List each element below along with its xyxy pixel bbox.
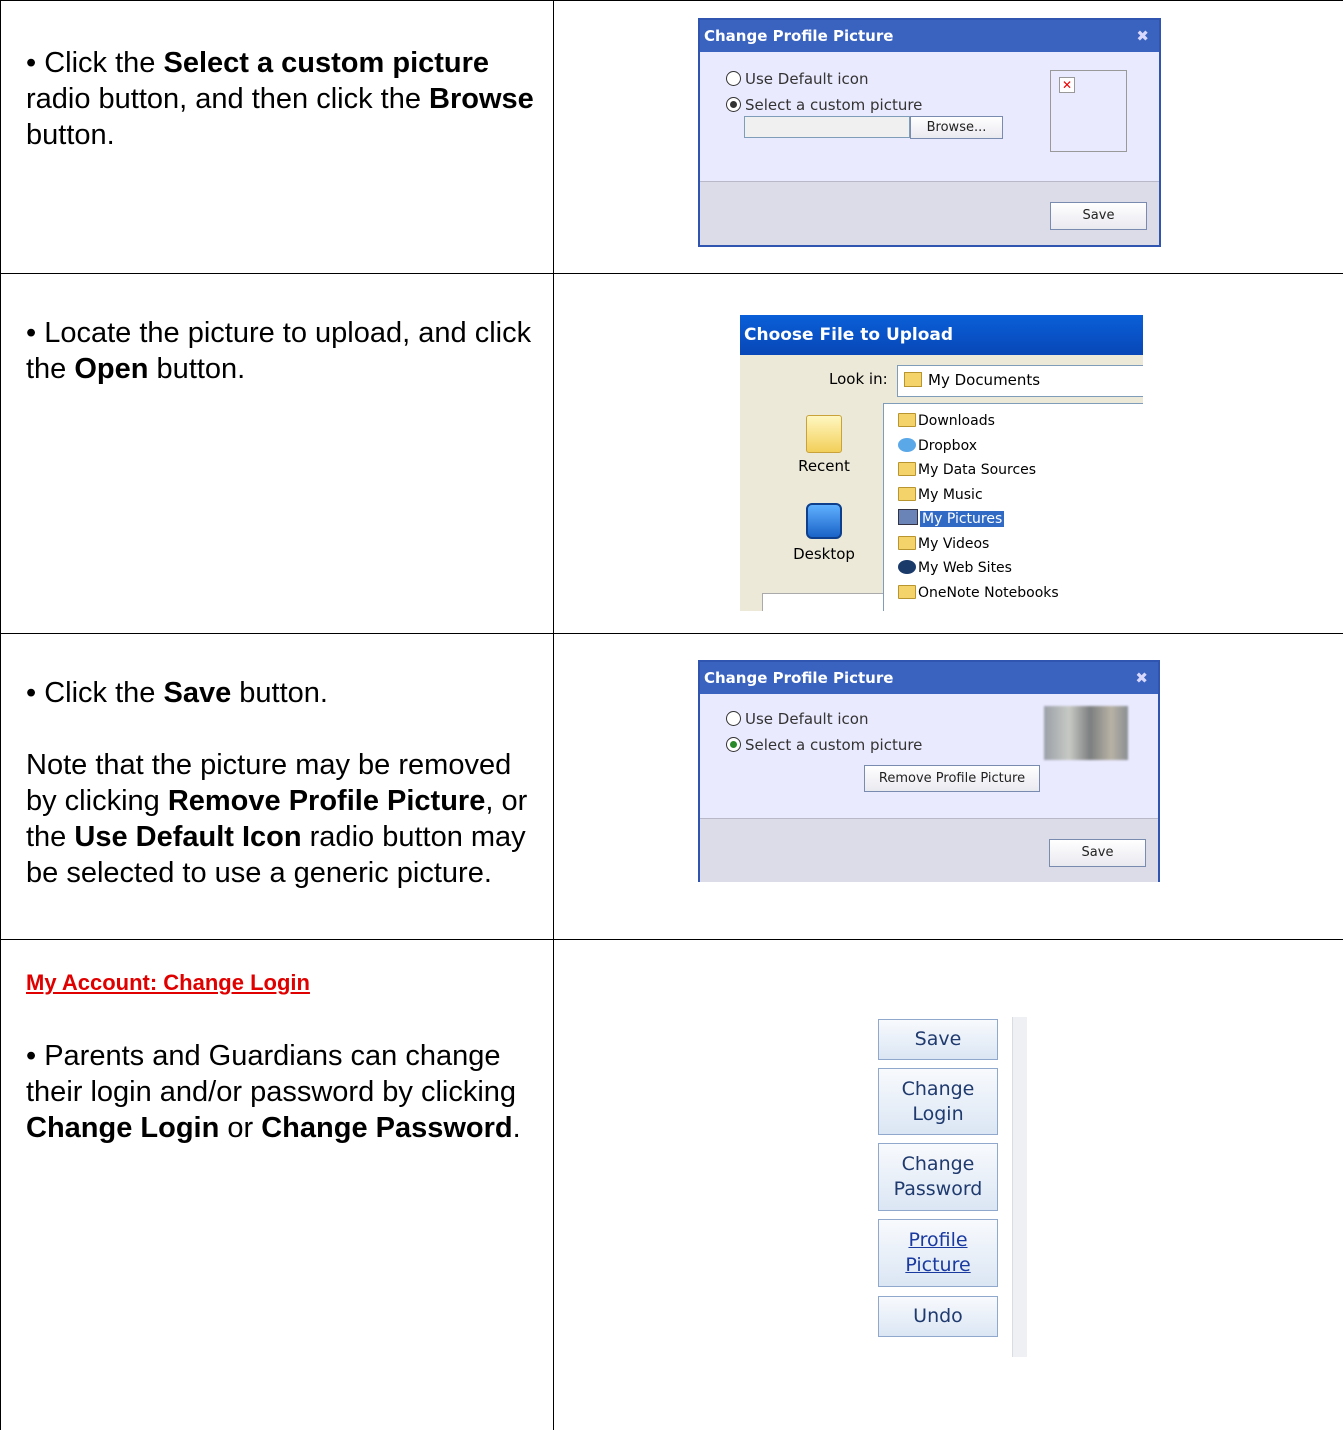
change-password-button[interactable]: Change Password [878, 1143, 998, 1211]
undo-button[interactable]: Undo [878, 1296, 998, 1337]
close-icon[interactable]: ✖ [1136, 20, 1149, 52]
place-recent[interactable]: Recent [772, 415, 876, 475]
table-row-divider [0, 0, 1343, 1]
look-in-dropdown[interactable]: My Documents [897, 365, 1143, 397]
chooser-title: Choose File to Upload [740, 315, 1143, 355]
section-heading[interactable]: My Account: Change Login [26, 970, 310, 996]
list-item[interactable]: Dropbox [898, 435, 977, 457]
radio-icon[interactable] [726, 71, 741, 86]
dialog-title: Change Profile Picture [704, 669, 894, 687]
table-column-divider [553, 0, 554, 1430]
file-path-input[interactable] [744, 116, 910, 138]
table-row-divider [0, 633, 1343, 634]
list-item-selected[interactable]: My Pictures [898, 508, 1005, 530]
table-border-left [0, 0, 1, 1430]
select-custom-picture-radio[interactable]: Select a custom picture [726, 736, 922, 754]
desktop-icon [806, 503, 842, 539]
profile-picture-preview [1044, 706, 1128, 760]
row2-instruction: • Locate the picture to upload, and clic… [26, 317, 532, 385]
change-profile-picture-dialog: Change Profile Picture ✖ Use Default ico… [698, 18, 1161, 247]
list-item[interactable]: My Videos [898, 533, 989, 555]
select-custom-picture-radio[interactable]: Select a custom picture [726, 96, 922, 114]
change-profile-picture-dialog: Change Profile Picture ✖ Use Default ico… [698, 660, 1160, 882]
documents-folder-icon [904, 372, 922, 387]
table-row-divider [0, 939, 1343, 940]
look-in-label: Look in: [829, 370, 888, 388]
place-desktop[interactable]: Desktop [772, 503, 876, 563]
broken-image-icon: ✕ [1059, 77, 1075, 93]
table-row-divider [0, 273, 1343, 274]
change-login-button[interactable]: Change Login [878, 1068, 998, 1135]
list-item[interactable]: My Web Sites [898, 557, 1012, 579]
folder-icon [898, 585, 916, 599]
folder-icon [898, 536, 916, 550]
radio-icon[interactable] [726, 97, 741, 112]
dropbox-icon [898, 438, 916, 452]
list-item[interactable]: My Music [898, 484, 983, 506]
row4-instruction: • Parents and Guardians can change their… [26, 1040, 521, 1144]
radio-icon[interactable] [726, 737, 741, 752]
list-item[interactable]: OneNote Notebooks [898, 582, 1059, 604]
music-folder-icon [898, 487, 916, 501]
file-list[interactable]: Downloads Dropbox My Data Sources My Mus… [883, 403, 1143, 611]
folder-icon [806, 415, 842, 453]
use-default-icon-radio[interactable]: Use Default icon [726, 710, 868, 728]
row1-instruction: • Click the Select a custom picture radi… [26, 47, 534, 151]
row3-instruction: • Click the Save button. Note that the p… [26, 677, 528, 889]
dialog-footer: Save [700, 181, 1159, 245]
folder-icon [898, 462, 916, 476]
browse-button[interactable]: Browse... [910, 116, 1003, 139]
panel-divider [1012, 1017, 1027, 1357]
close-icon[interactable]: ✖ [1135, 662, 1148, 694]
dialog-title-bar: Change Profile Picture ✖ [700, 662, 1158, 694]
radio-icon[interactable] [726, 711, 741, 726]
globe-icon [898, 560, 916, 574]
save-button[interactable]: Save [878, 1019, 998, 1060]
save-button[interactable]: Save [1049, 839, 1146, 867]
dialog-title: Change Profile Picture [704, 27, 894, 45]
use-default-icon-radio[interactable]: Use Default icon [726, 70, 868, 88]
pictures-folder-icon [898, 509, 918, 525]
dialog-title-bar: Change Profile Picture ✖ [700, 20, 1159, 52]
place-partial[interactable] [762, 593, 886, 611]
remove-profile-picture-button[interactable]: Remove Profile Picture [864, 765, 1040, 792]
dialog-footer: Save [700, 818, 1158, 882]
save-button[interactable]: Save [1050, 202, 1147, 230]
list-item[interactable]: Downloads [898, 410, 995, 432]
profile-picture-preview: ✕ [1050, 70, 1127, 152]
choose-file-dialog: Choose File to Upload Look in: My Docume… [740, 315, 1143, 611]
list-item[interactable]: My Data Sources [898, 459, 1036, 481]
profile-picture-button[interactable]: Profile Picture [878, 1219, 998, 1287]
folder-icon [898, 413, 916, 427]
